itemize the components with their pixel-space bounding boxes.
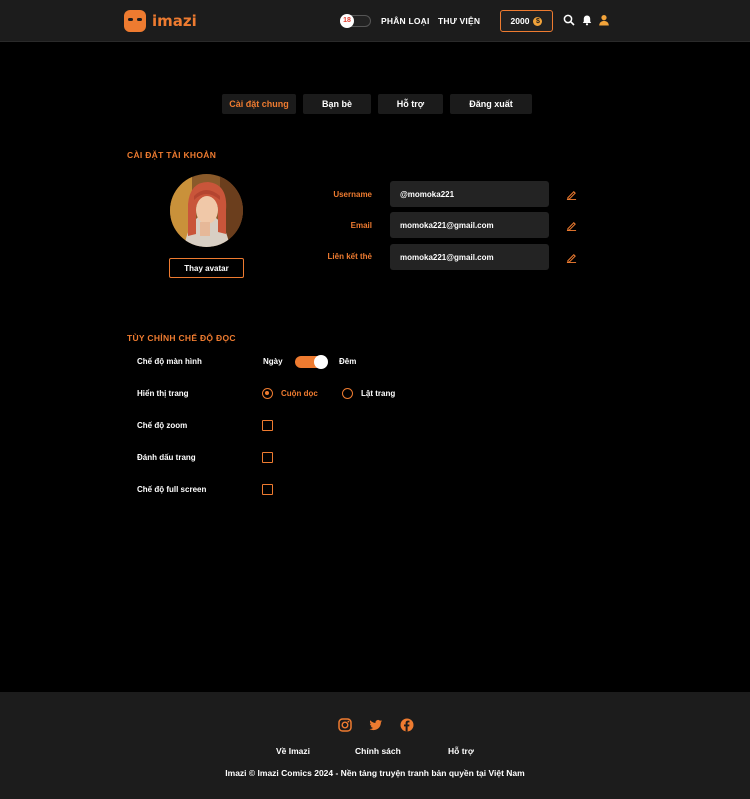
day-mode-label: Ngày (263, 357, 283, 366)
copyright-text: Imazi © Imazi Comics 2024 - Nền tảng tru… (225, 768, 525, 778)
fullscreen-label: Chế độ full screen (137, 485, 207, 494)
tab-friends[interactable]: Bạn bè (303, 94, 371, 114)
reading-mode-title: TÙY CHỈNH CHẾ ĐỘ ĐỌC (127, 333, 236, 343)
username-field[interactable]: @momoka221 (390, 181, 549, 207)
settings-tabs: Cài đặt chung Bạn bè Hỗ trợ Đăng xuất (222, 94, 532, 114)
email-field[interactable]: momoka221@gmail.com (390, 212, 549, 238)
night-mode-label: Đêm (339, 357, 357, 366)
username-label: Username (333, 190, 372, 199)
search-icon[interactable] (563, 14, 575, 26)
zoom-mode-checkbox[interactable] (262, 420, 273, 431)
bell-icon[interactable] (581, 14, 593, 26)
coin-balance[interactable]: 2000 $ (500, 10, 553, 32)
change-avatar-button[interactable]: Thay avatar (169, 258, 244, 278)
coin-amount: 2000 (510, 16, 530, 26)
account-settings-title: CÀI ĐẶT TÀI KHOẢN (127, 150, 217, 160)
footer-about-link[interactable]: Về Imazi (276, 746, 310, 756)
tab-logout[interactable]: Đăng xuất (450, 94, 532, 114)
flip-option-label[interactable]: Lật trang (361, 389, 395, 398)
twitter-icon[interactable] (369, 718, 383, 732)
logo[interactable]: imazi (124, 10, 197, 32)
card-link-field[interactable]: momoka221@gmail.com (390, 244, 549, 270)
zoom-mode-label: Chế độ zoom (137, 421, 188, 430)
page-display-label: Hiển thị trang (137, 389, 189, 398)
logo-icon (124, 10, 146, 32)
screen-mode-label: Chế độ màn hình (137, 357, 202, 366)
footer-policy-link[interactable]: Chính sách (355, 746, 401, 756)
nav-library[interactable]: THƯ VIỆN (438, 16, 480, 26)
edit-card-link-icon[interactable] (566, 252, 577, 263)
footer-support-link[interactable]: Hỗ trợ (448, 746, 474, 756)
bookmark-label: Đánh dấu trang (137, 453, 196, 462)
top-header: imazi 18 PHÂN LOẠI THƯ VIỆN 2000 $ (0, 0, 750, 42)
card-link-label: Liên kết thẻ (327, 252, 372, 261)
scroll-option-label[interactable]: Cuộn dọc (281, 389, 318, 398)
switch-knob (314, 355, 328, 369)
logo-text: imazi (152, 12, 197, 30)
coin-icon: $ (533, 16, 543, 26)
bookmark-checkbox[interactable] (262, 452, 273, 463)
age-badge: 18 (340, 14, 354, 28)
flip-radio[interactable] (342, 388, 353, 399)
nav-categories[interactable]: PHÂN LOẠI (381, 16, 430, 26)
edit-email-icon[interactable] (566, 220, 577, 231)
tab-support[interactable]: Hỗ trợ (378, 94, 443, 114)
screen-mode-switch[interactable] (295, 355, 328, 369)
fullscreen-checkbox[interactable] (262, 484, 273, 495)
tab-general-settings[interactable]: Cài đặt chung (222, 94, 296, 114)
avatar (170, 174, 243, 247)
instagram-icon[interactable] (338, 718, 352, 732)
user-icon[interactable] (598, 14, 610, 26)
age-filter-toggle[interactable]: 18 (340, 14, 371, 28)
edit-username-icon[interactable] (566, 189, 577, 200)
facebook-icon[interactable] (400, 718, 414, 732)
scroll-radio[interactable] (262, 388, 273, 399)
email-label: Email (350, 221, 372, 230)
